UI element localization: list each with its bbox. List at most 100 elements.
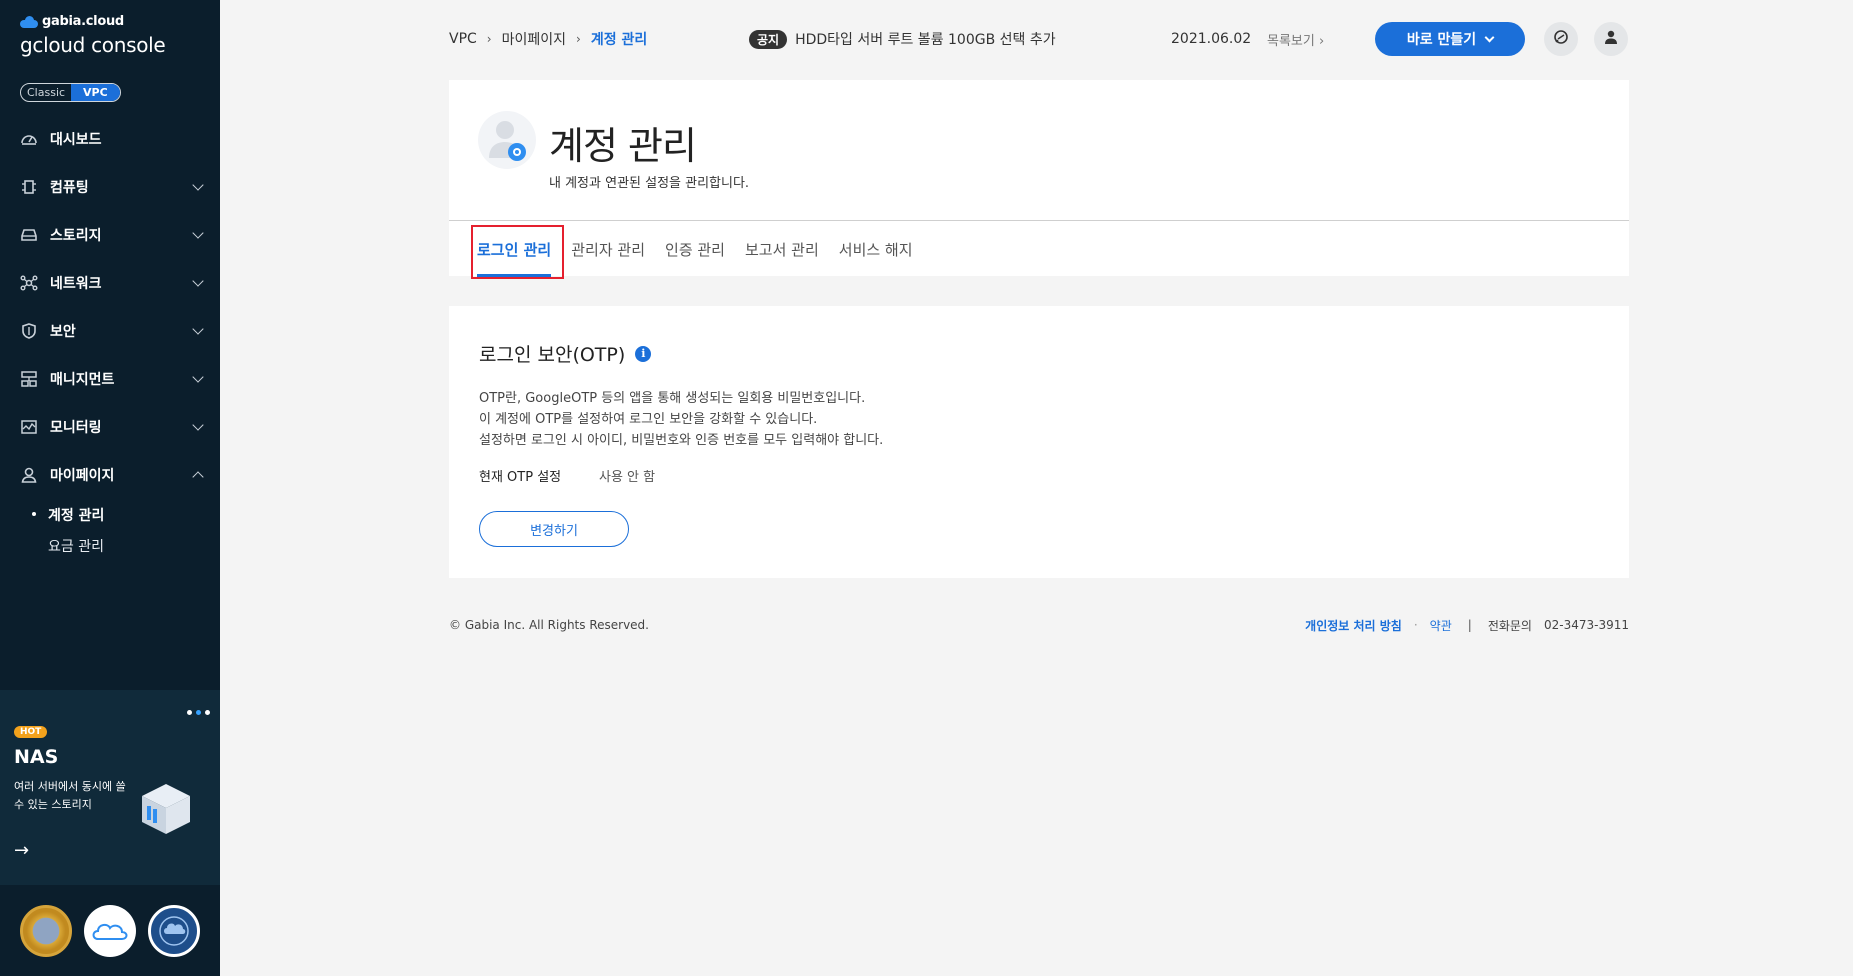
sidebar-item-network[interactable]: 네트워크 (0, 259, 220, 307)
chip-icon (20, 178, 38, 196)
cloud-service-badge-icon (84, 904, 136, 957)
network-icon (20, 274, 38, 292)
brand-small: gabia.cloud (42, 14, 124, 29)
user-icon (20, 466, 38, 484)
subnav-item-billing[interactable]: 요금 관리 (48, 530, 220, 561)
sidebar-item-computing[interactable]: 컴퓨팅 (0, 163, 220, 211)
breadcrumb: VPC › 마이페이지 › 계정 관리 (449, 29, 647, 49)
sidebar-item-label: 마이페이지 (50, 468, 115, 484)
otp-setting-label: 현재 OTP 설정 (479, 470, 562, 485)
breadcrumb-current: 계정 관리 (590, 32, 648, 48)
notice-tag: 공지 (749, 29, 788, 49)
tab-report[interactable]: 보고서 관리 (745, 221, 819, 277)
tab-auth[interactable]: 인증 관리 (665, 221, 725, 277)
otp-setting-value: 사용 안 함 (599, 470, 656, 485)
footer-links: 개인정보 처리 방침 · 약관 | 전화문의 02-3473-3911 (1305, 617, 1629, 634)
cloud-icon (20, 15, 38, 28)
notice-more-label: 목록보기 (1267, 33, 1315, 49)
sidebar-item-security[interactable]: 보안 (0, 307, 220, 355)
sidebar-item-dashboard[interactable]: 대시보드 (0, 115, 220, 163)
certification-badges (0, 885, 220, 976)
notice-text[interactable]: HDD타입 서버 루트 볼륨 100GB 선택 추가 (795, 29, 1056, 49)
chat-button[interactable] (1544, 22, 1578, 56)
chat-icon (1553, 29, 1569, 49)
carousel-dot[interactable] (196, 710, 201, 715)
chevron-right-icon: › (486, 32, 492, 46)
subnav-item-account[interactable]: 계정 관리 (32, 499, 220, 530)
hot-badge: HOT (14, 726, 48, 738)
chevron-down-icon (192, 179, 204, 191)
terms-link[interactable]: 약관 (1430, 617, 1452, 634)
csap-badge-icon (148, 904, 200, 957)
quick-create-label: 바로 만들기 (1406, 32, 1477, 48)
management-icon (20, 370, 38, 388)
promo-title: NAS (14, 746, 59, 768)
sidebar-item-label: 대시보드 (50, 132, 102, 148)
carousel-dot[interactable] (187, 710, 192, 715)
breadcrumb-item[interactable]: 마이페이지 (502, 29, 566, 49)
sidebar-item-label: 컴퓨팅 (50, 180, 89, 196)
copyright: © Gabia Inc. All Rights Reserved. (449, 618, 649, 632)
promo-banner[interactable]: HOT NAS 여러 서버에서 동시에 쓸 수 있는 스토리지 → (0, 690, 220, 885)
tab-bar: 로그인 관리 관리자 관리 인증 관리 보고서 관리 서비스 해지 (449, 220, 1629, 279)
tab-admin[interactable]: 관리자 관리 (571, 221, 645, 277)
page-description: 내 계정과 연관된 설정을 관리합니다. (549, 176, 750, 191)
chevron-up-icon (192, 471, 204, 483)
env-classic[interactable]: Classic (21, 84, 71, 101)
carousel-dots[interactable] (187, 710, 210, 715)
arrow-right-icon[interactable]: → (14, 840, 29, 861)
brand-title: gcloud console (20, 33, 166, 57)
otp-current-setting: 현재 OTP 설정 사용 안 함 (479, 466, 655, 485)
notice-more-link[interactable]: 목록보기 › (1267, 30, 1324, 49)
breadcrumb-item[interactable]: VPC (449, 31, 477, 47)
env-vpc[interactable]: VPC (71, 84, 120, 101)
chevron-down-icon (192, 323, 204, 335)
sidebar: gabia.cloud gcloud console Classic VPC 대… (0, 0, 220, 976)
account-settings-icon (477, 110, 537, 170)
sidebar-item-label: 모니터링 (50, 420, 102, 436)
otp-desc-line: OTP란, GoogleOTP 등의 앱을 통해 생성되는 일회용 비밀번호입니… (479, 391, 866, 406)
shield-icon (20, 322, 38, 340)
monitor-icon (20, 418, 38, 436)
dashboard-icon (20, 130, 38, 148)
page-header-card: 계정 관리 내 계정과 연관된 설정을 관리합니다. 로그인 관리 관리자 관리… (449, 80, 1629, 279)
profile-button[interactable] (1594, 22, 1628, 56)
sidebar-item-label: 매니지먼트 (50, 372, 115, 388)
otp-description: OTP란, GoogleOTP 등의 앱을 통해 생성되는 일회용 비밀번호입니… (479, 388, 883, 451)
sidebar-item-label: 보안 (50, 324, 76, 340)
sidebar-item-management[interactable]: 매니지먼트 (0, 355, 220, 403)
privacy-policy-link[interactable]: 개인정보 처리 방침 (1305, 617, 1402, 634)
quick-create-button[interactable]: 바로 만들기 (1375, 22, 1525, 56)
nas-box-icon (138, 780, 194, 836)
separator-dot: · (1413, 618, 1418, 632)
notice[interactable]: 공지 HDD타입 서버 루트 볼륨 100GB 선택 추가 (749, 29, 1056, 49)
sidebar-item-mypage[interactable]: 마이페이지 (0, 451, 220, 499)
chevron-right-icon: › (576, 32, 581, 46)
change-otp-button[interactable]: 변경하기 (479, 511, 629, 547)
storage-icon (20, 226, 38, 244)
sidebar-item-label: 스토리지 (50, 228, 102, 244)
chevron-down-icon (1484, 32, 1495, 42)
carousel-dot[interactable] (205, 710, 210, 715)
info-icon[interactable]: i (635, 345, 652, 362)
separator-bar: | (1467, 618, 1472, 632)
sidebar-item-label: 네트워크 (50, 276, 102, 292)
tab-cancel-service[interactable]: 서비스 해지 (839, 221, 913, 277)
mypage-subnav: 계정 관리 요금 관리 (0, 499, 220, 561)
user-icon (1603, 29, 1619, 49)
env-switch[interactable]: Classic VPC (20, 83, 121, 102)
certification-badge-icon (20, 904, 72, 957)
otp-desc-line: 설정하면 로그인 시 아이디, 비밀번호와 인증 번호를 모두 입력해야 합니다… (479, 433, 884, 448)
sidebar-item-monitoring[interactable]: 모니터링 (0, 403, 220, 451)
phone-number: 02-3473-3911 (1543, 618, 1629, 632)
otp-section: 로그인 보안(OTP) i OTP란, GoogleOTP 등의 앱을 통해 생… (449, 306, 1629, 578)
promo-desc: 여러 서버에서 동시에 쓸 수 있는 스토리지 (14, 780, 126, 811)
phone-label: 전화문의 (1487, 618, 1532, 633)
notice-date: 2021.06.02 (1171, 31, 1252, 47)
chevron-down-icon (192, 275, 204, 287)
brand-logo[interactable]: gabia.cloud gcloud console (20, 14, 166, 57)
sidebar-item-storage[interactable]: 스토리지 (0, 211, 220, 259)
tab-login[interactable]: 로그인 관리 (477, 221, 552, 277)
chevron-down-icon (192, 419, 204, 431)
page-title: 계정 관리 (549, 124, 697, 168)
